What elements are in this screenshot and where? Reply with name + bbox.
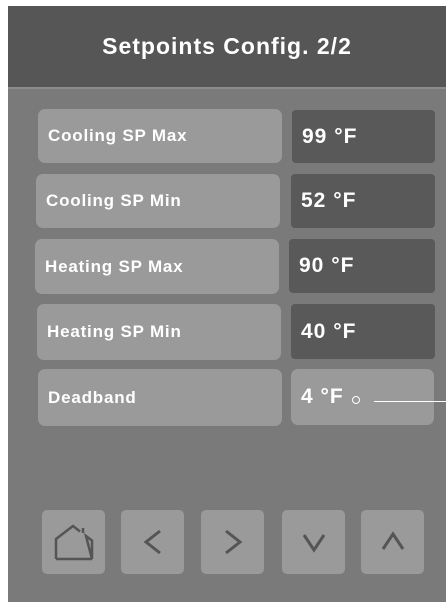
heating-sp-min-value-text: 40 °F [301, 319, 357, 343]
up-button[interactable] [361, 510, 424, 574]
cooling-sp-min-value-text: 52 °F [301, 189, 357, 212]
cooling-sp-min-value[interactable]: 52 °F [291, 174, 435, 228]
chevron-up-icon [378, 529, 408, 555]
chevron-right-icon [220, 526, 246, 558]
heating-sp-min-label: Heating SP Min [47, 322, 182, 341]
heating-sp-max-button[interactable]: Heating SP Max [35, 239, 279, 294]
next-button[interactable] [201, 510, 264, 574]
chevron-left-icon [140, 526, 166, 558]
chevron-down-icon [299, 529, 329, 555]
cooling-sp-min-label: Cooling SP Min [46, 191, 182, 210]
cooling-sp-max-label: Cooling SP Max [48, 126, 188, 145]
title-bar: Setpoints Config. 2/2 [8, 6, 446, 89]
pointer-dot-icon [351, 396, 360, 404]
previous-button[interactable] [121, 510, 184, 574]
heating-sp-min-button[interactable]: Heating SP Min [37, 304, 281, 360]
cooling-sp-min-button[interactable]: Cooling SP Min [36, 174, 280, 228]
deadband-value-text: 4 °F [301, 385, 344, 408]
heating-sp-max-value[interactable]: 90 °F [289, 239, 435, 293]
cooling-sp-max-value-text: 99 °F [302, 124, 358, 148]
thermostat-screen: Setpoints Config. 2/2 Cooling SP Max 99 … [8, 6, 446, 602]
home-icon [52, 522, 96, 562]
deadband-value[interactable]: 4 °F [291, 369, 434, 425]
page-title: Setpoints Config. 2/2 [102, 33, 352, 59]
pointer-leader-line [374, 401, 446, 402]
home-button[interactable] [42, 510, 105, 574]
heating-sp-max-label: Heating SP Max [45, 256, 184, 276]
heating-sp-max-value-text: 90 °F [299, 254, 355, 277]
cooling-sp-max-button[interactable]: Cooling SP Max [38, 109, 282, 163]
deadband-label: Deadband [48, 387, 137, 407]
cooling-sp-max-value[interactable]: 99 °F [292, 110, 435, 163]
down-button[interactable] [282, 510, 345, 574]
heating-sp-min-value[interactable]: 40 °F [291, 304, 435, 359]
deadband-button[interactable]: Deadband [38, 369, 282, 426]
